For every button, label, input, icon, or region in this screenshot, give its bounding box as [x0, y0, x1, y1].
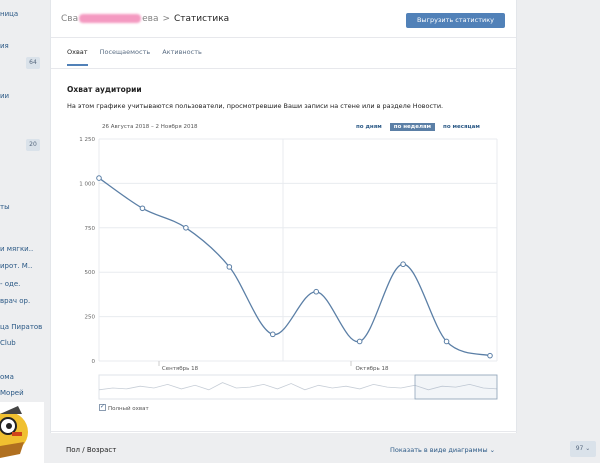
chevron-down-icon: ⌄ — [489, 446, 496, 454]
series-line — [98, 177, 491, 357]
data-point[interactable] — [313, 288, 320, 295]
data-point[interactable] — [139, 205, 146, 212]
y-tick-label: 1 250 — [79, 137, 95, 143]
y-tick-label: 750 — [85, 226, 96, 232]
chart-legend[interactable]: Полный охват — [99, 403, 149, 412]
data-point[interactable] — [443, 338, 450, 345]
gender-age-title: Пол / Возраст — [66, 446, 117, 454]
data-point[interactable] — [226, 264, 233, 270]
x-tick-label: Сентябрь 18 — [162, 366, 199, 372]
x-axis-labels: Сентябрь 18 Октябрь 18 — [158, 361, 389, 372]
data-point[interactable] — [96, 175, 102, 181]
data-point[interactable] — [183, 225, 189, 231]
footer-divider — [51, 431, 517, 432]
chart-navigator[interactable] — [98, 374, 498, 400]
messages-badge[interactable]: 97 ⌄ — [570, 441, 596, 457]
data-point[interactable] — [487, 352, 493, 359]
y-tick-label: 250 — [85, 315, 96, 321]
x-tick-label: Октябрь 18 — [355, 366, 389, 372]
y-axis-labels: 0 250 500 750 1 000 1 250 — [79, 137, 95, 365]
y-tick-label: 0 — [92, 359, 96, 365]
data-point[interactable] — [400, 261, 406, 268]
y-tick-label: 500 — [85, 270, 96, 276]
navigator-selection[interactable] — [414, 374, 498, 400]
legend-label: Полный охват — [108, 406, 149, 412]
legend-checkbox[interactable] — [99, 403, 106, 411]
data-point[interactable] — [356, 338, 363, 345]
chart-grid — [98, 138, 498, 362]
reach-chart: 0 250 500 750 1 000 1 250 Сентябрь 18 Октябрь … — [79, 137, 498, 400]
chevron-down-icon: ⌄ — [585, 445, 591, 452]
y-tick-label: 1 000 — [79, 181, 95, 187]
chart-series — [98, 177, 491, 357]
chart-points — [96, 175, 493, 359]
show-as-diagram-link[interactable]: Показать в виде диаграммы ⌄ — [390, 446, 495, 454]
data-point[interactable] — [269, 331, 276, 338]
